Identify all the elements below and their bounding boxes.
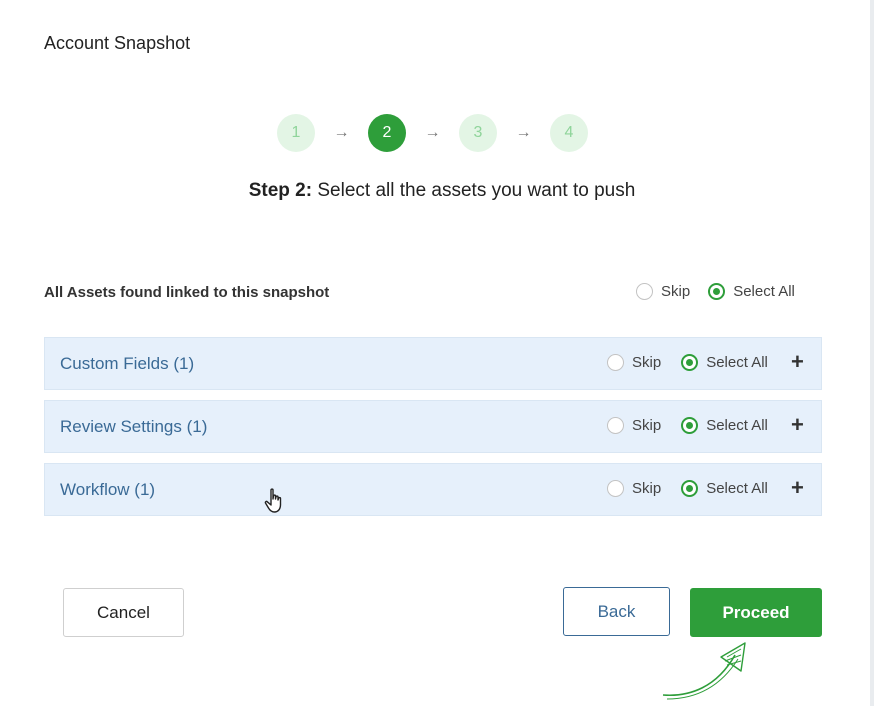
assets-heading: All Assets found linked to this snapshot	[44, 284, 330, 301]
step-description: Step 2: Select all the assets you want t…	[0, 180, 874, 202]
all-assets-radio-group: Skip Select All	[636, 283, 795, 300]
cancel-button[interactable]: Cancel	[63, 588, 184, 637]
asset-row-label: Review Settings (1)	[60, 417, 208, 436]
step-text: Select all the assets you want to push	[317, 180, 636, 201]
select-all-radio[interactable]: Select All	[681, 480, 768, 497]
account-snapshot-dialog: Account Snapshot 1 → 2 → 3 → 4 Step 2: S…	[0, 0, 874, 706]
radio-unchecked-icon	[607, 417, 624, 434]
radio-label: Select All	[706, 354, 768, 371]
radio-label: Skip	[661, 283, 691, 300]
asset-row-custom-fields[interactable]: Custom Fields (1) Skip Select All +	[44, 337, 822, 390]
radio-label: Select All	[706, 417, 768, 434]
green-arrow-icon	[655, 635, 755, 706]
skip-radio[interactable]: Skip	[607, 417, 661, 434]
step-arrow: →	[515, 124, 532, 141]
select-all-radio[interactable]: Select All	[681, 417, 768, 434]
radio-checked-icon	[681, 480, 699, 497]
step-number: Step 2:	[248, 180, 313, 201]
radio-unchecked-icon	[607, 354, 624, 371]
step-3[interactable]: 3	[459, 114, 497, 152]
step-4[interactable]: 4	[550, 114, 588, 152]
all-select-all-radio[interactable]: Select All	[708, 283, 795, 300]
asset-row-label: Workflow (1)	[60, 480, 156, 499]
skip-radio[interactable]: Skip	[607, 480, 661, 497]
plus-icon[interactable]: +	[791, 351, 804, 373]
scrollbar-edge	[870, 0, 874, 706]
dialog-title: Account Snapshot	[44, 33, 191, 53]
radio-checked-icon	[681, 354, 699, 371]
asset-row-workflow[interactable]: Workflow (1) Skip Select All +	[44, 463, 822, 516]
step-arrow: →	[333, 124, 350, 141]
radio-label: Skip	[632, 417, 662, 434]
stepper: 1 → 2 → 3 → 4	[277, 114, 588, 152]
asset-row-radio-group: Skip Select All	[607, 480, 768, 497]
radio-label: Select All	[733, 283, 795, 300]
step-1[interactable]: 1	[277, 114, 315, 152]
radio-unchecked-icon	[636, 283, 653, 300]
skip-radio[interactable]: Skip	[607, 354, 661, 371]
radio-unchecked-icon	[607, 480, 624, 497]
radio-checked-icon	[708, 283, 726, 300]
radio-checked-icon	[681, 417, 699, 434]
proceed-button[interactable]: Proceed	[690, 588, 822, 637]
asset-row-review-settings[interactable]: Review Settings (1) Skip Select All +	[44, 400, 822, 453]
all-skip-radio[interactable]: Skip	[636, 283, 690, 300]
asset-row-radio-group: Skip Select All	[607, 354, 768, 371]
plus-icon[interactable]: +	[791, 414, 804, 436]
select-all-radio[interactable]: Select All	[681, 354, 768, 371]
step-2[interactable]: 2	[368, 114, 406, 152]
hand-pointer-icon	[264, 488, 288, 519]
radio-label: Select All	[706, 480, 768, 497]
radio-label: Skip	[632, 480, 662, 497]
asset-row-radio-group: Skip Select All	[607, 417, 768, 434]
plus-icon[interactable]: +	[791, 477, 804, 499]
asset-row-label: Custom Fields (1)	[60, 354, 195, 373]
back-button[interactable]: Back	[563, 587, 670, 636]
step-arrow: →	[424, 124, 441, 141]
radio-label: Skip	[632, 354, 662, 371]
